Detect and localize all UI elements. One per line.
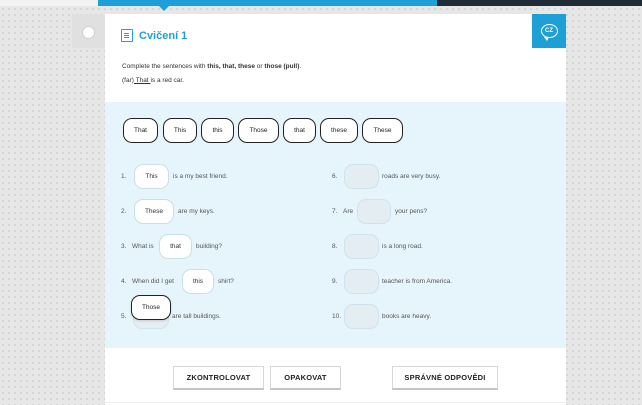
instruction-suffix: . <box>299 63 302 70</box>
sentence-before-4: When did I get <box>132 278 174 285</box>
sentence-number-7: 7. <box>332 208 338 215</box>
answer-slot-1[interactable]: This <box>134 164 169 189</box>
word-chip-these[interactable]: these <box>320 118 358 143</box>
sentence-text-4: shirt? <box>218 278 234 285</box>
circle-toggle-button[interactable] <box>82 26 95 39</box>
dragging-word-chip[interactable]: Those <box>131 295 171 320</box>
check-button[interactable]: ZKONTROLOVAT <box>173 366 264 390</box>
sentence-number-9: 9. <box>332 278 338 285</box>
example-sentence: (far) That is a red car. <box>122 77 184 84</box>
word-chip-these-capital[interactable]: These <box>362 118 403 143</box>
sentence-before-7: Are <box>343 208 354 215</box>
word-chip-that-capital[interactable]: That <box>123 118 158 143</box>
sentence-before-3: What is <box>132 243 154 250</box>
sentence-number-10: 10. <box>332 313 342 320</box>
sentence-number-8: 8. <box>332 243 338 250</box>
language-chat-button[interactable]: CZ <box>532 14 566 48</box>
sentence-text-9: teacher is from America. <box>382 278 453 285</box>
answer-slot-8[interactable] <box>344 234 379 259</box>
sentence-text-10: books are heavy. <box>382 313 432 320</box>
sentence-text-6: roads are very busy. <box>382 173 441 180</box>
sentence-number-1: 1. <box>121 173 127 180</box>
progress-pointer <box>159 6 169 11</box>
answer-slot-9[interactable] <box>344 269 379 294</box>
word-chip-this-capital[interactable]: This <box>163 118 197 143</box>
word-chip-that[interactable]: that <box>283 118 316 143</box>
example-rest: is a red car. <box>150 77 185 84</box>
answer-slot-2[interactable]: These <box>134 199 174 224</box>
answer-slot-7[interactable] <box>357 199 391 224</box>
answer-slot-10[interactable] <box>344 304 379 329</box>
sentence-number-4: 4. <box>121 278 127 285</box>
word-chip-those-capital[interactable]: Those <box>238 118 279 143</box>
progress-segment-dark <box>437 0 642 6</box>
sentence-number-2: 2. <box>121 208 127 215</box>
answer-slot-3[interactable]: that <box>159 234 192 259</box>
repeat-button[interactable]: OPAKOVAT <box>270 366 341 390</box>
sentence-number-3: 3. <box>121 243 127 250</box>
answer-slot-4[interactable]: this <box>182 269 214 294</box>
show-answers-button[interactable]: SPRÁVNÉ ODPOVĚDI <box>392 366 498 390</box>
chat-bubble-icon: CZ <box>540 24 558 41</box>
example-hint: (far) <box>122 77 134 84</box>
instruction-text: Complete the sentences with this, that, … <box>122 63 301 70</box>
instruction-last-word: those (pull) <box>264 63 300 70</box>
instruction-prefix: Complete the sentences with <box>122 63 208 70</box>
sentence-text-3: building? <box>196 243 223 250</box>
sentence-text-7: your pens? <box>395 208 428 215</box>
sentence-text-1: is a my best friend. <box>173 173 228 180</box>
document-icon <box>121 29 133 42</box>
word-chip-this[interactable]: this <box>201 118 234 143</box>
progress-segment-active <box>98 0 437 6</box>
sentence-number-6: 6. <box>332 173 338 180</box>
exercise-title: Cvičení 1 <box>139 29 188 42</box>
title-wrap: Cvičení 1 <box>121 29 187 42</box>
sentence-text-5: are tall buildings. <box>172 313 221 320</box>
example-answer: That <box>133 77 151 84</box>
sentence-number-5: 5. <box>121 313 127 320</box>
sentence-text-2: are my keys. <box>178 208 215 215</box>
exercise-header: Cvičení 1 CZ Complete the sentences with… <box>105 14 566 102</box>
top-progress-bar <box>0 0 642 11</box>
instruction-or: or <box>254 63 265 70</box>
instruction-words: this, that, these <box>207 63 255 70</box>
answer-slot-6[interactable] <box>344 164 379 189</box>
sentence-text-8: is a long road. <box>382 243 423 250</box>
panel-bottom-divider <box>105 402 566 403</box>
